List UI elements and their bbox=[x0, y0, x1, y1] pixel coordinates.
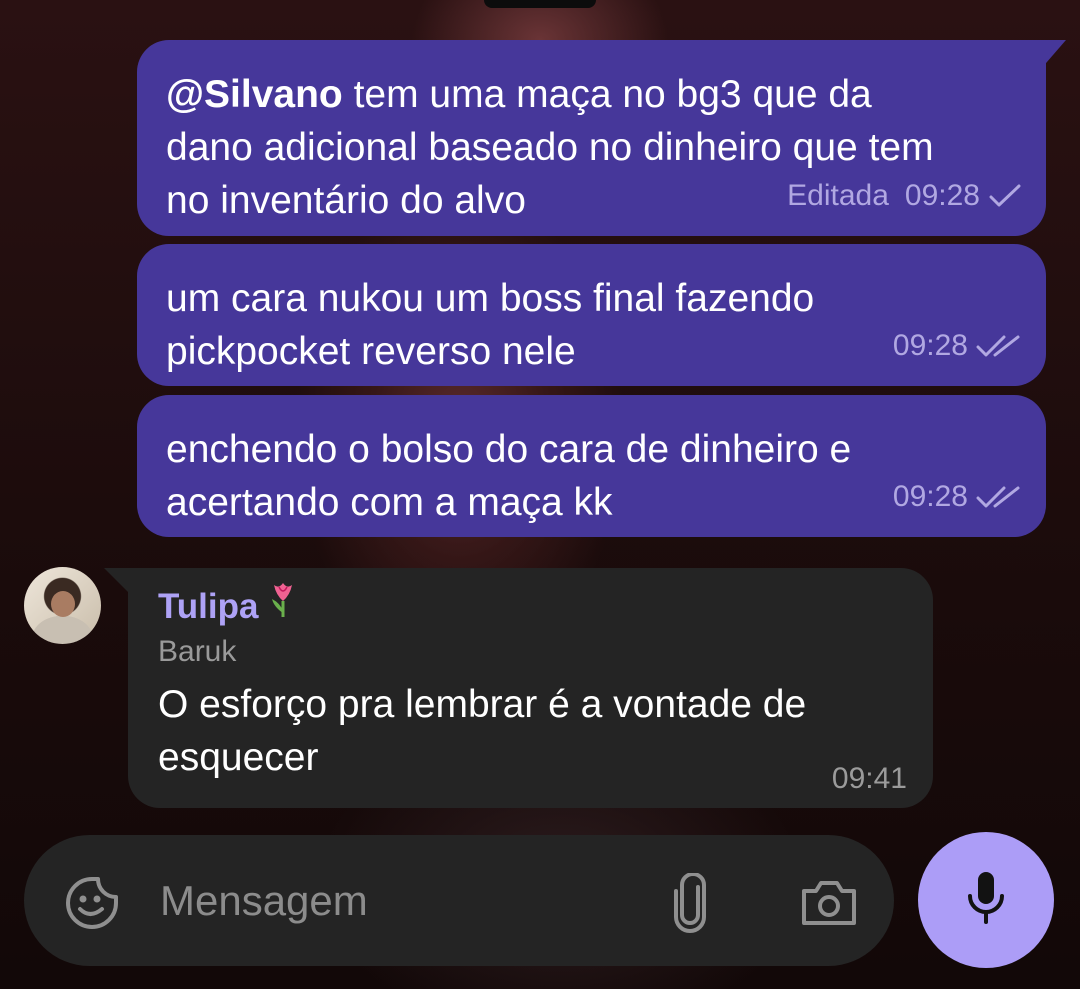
edited-label: Editada bbox=[787, 179, 889, 212]
double-check-icon bbox=[976, 484, 1022, 510]
message-meta: 09:28 bbox=[893, 319, 1022, 372]
bubble-tail bbox=[104, 568, 130, 594]
message-input[interactable] bbox=[158, 865, 642, 937]
message-text: O esforço pra lembrar é a vontade de esq… bbox=[158, 683, 807, 779]
sender-name-text: Tulipa bbox=[158, 587, 259, 626]
message-composer bbox=[24, 835, 894, 966]
paperclip-icon[interactable] bbox=[672, 872, 712, 933]
double-check-icon bbox=[976, 333, 1022, 359]
camera-notch bbox=[484, 0, 596, 8]
message-meta: 09:28 bbox=[893, 470, 1022, 523]
camera-icon[interactable] bbox=[800, 879, 858, 927]
message-text: enchendo o bolso do cara de dinheiro e a… bbox=[166, 428, 852, 524]
mention-link[interactable]: @Silvano bbox=[166, 73, 343, 116]
message-time: 09:28 bbox=[904, 179, 980, 212]
microphone-icon bbox=[966, 870, 1006, 931]
message-time: 09:28 bbox=[892, 480, 968, 513]
message-bubble-incoming[interactable]: Tulipa Baruk O esforço pra lembrar é a v… bbox=[128, 568, 933, 808]
message-bubble-outgoing[interactable]: um cara nukou um boss final fazendo pick… bbox=[137, 244, 1046, 386]
microphone-button[interactable] bbox=[918, 832, 1054, 968]
sender-name[interactable]: Tulipa bbox=[158, 582, 903, 632]
message-meta: Editada 09:28 bbox=[787, 169, 1022, 222]
tulip-icon bbox=[268, 581, 298, 633]
message-time: 09:28 bbox=[892, 329, 968, 362]
sticker-emoji-icon[interactable] bbox=[64, 875, 120, 931]
forwarded-from[interactable]: Baruk bbox=[158, 634, 903, 670]
message-bubble-outgoing[interactable]: @Silvano tem uma maça no bg3 que da dano… bbox=[137, 40, 1046, 236]
avatar[interactable] bbox=[24, 567, 101, 644]
message-time: 09:41 bbox=[831, 762, 907, 795]
message-text: um cara nukou um boss final fazendo pick… bbox=[166, 277, 815, 373]
check-icon bbox=[988, 183, 1022, 209]
message-bubble-outgoing[interactable]: enchendo o bolso do cara de dinheiro e a… bbox=[137, 395, 1046, 537]
